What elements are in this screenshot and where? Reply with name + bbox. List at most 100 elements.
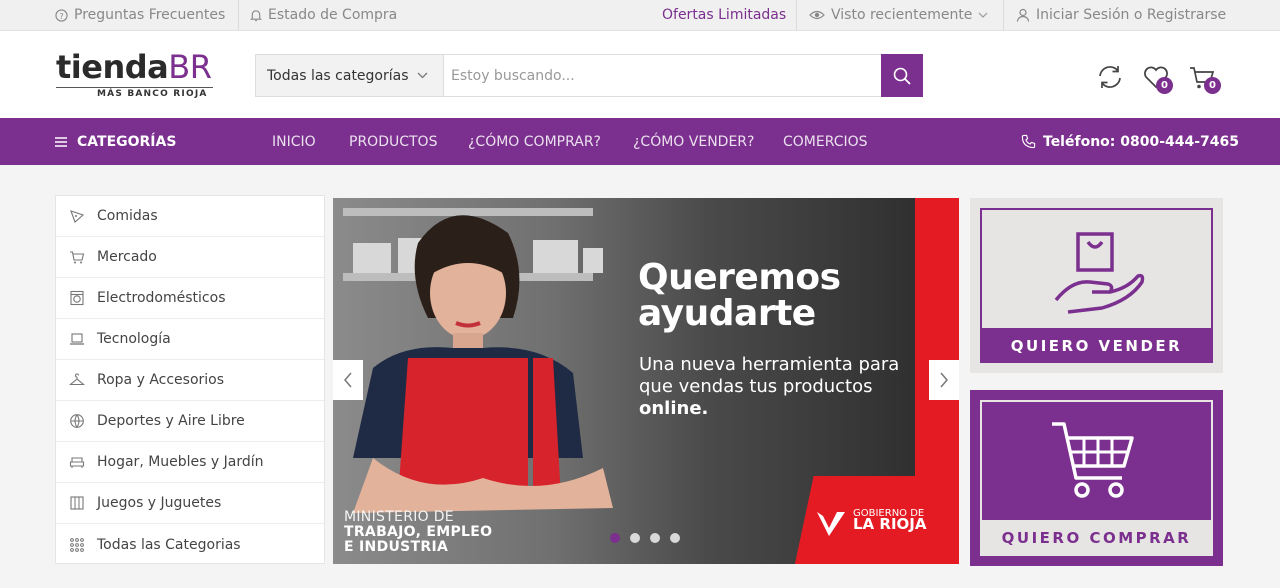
sidebar-item-hogar[interactable]: Hogar, Muebles y Jardín: [56, 442, 324, 483]
cart-icon: [70, 251, 85, 264]
chevron-down-icon: [417, 72, 427, 79]
gov-line2: LA RIOJA: [853, 515, 927, 533]
sidebar-item-label: Comidas: [97, 208, 158, 224]
user-icon: [1016, 8, 1030, 22]
compare-button[interactable]: [1096, 63, 1126, 93]
category-select-value: Todas las categorías: [267, 67, 409, 84]
top-bar: ? Preguntas Frecuentes Estado de Compra …: [0, 0, 1280, 31]
banner-subtitle-line1: Una nueva herramienta para: [639, 354, 900, 375]
grid-icon: [70, 537, 84, 552]
offers-link[interactable]: Ofertas Limitadas: [662, 0, 786, 30]
hero-banner[interactable]: Queremos ayudarte Una nueva herramienta …: [333, 198, 959, 564]
cart-button[interactable]: 0: [1188, 63, 1221, 94]
recent-label: Visto recientemente: [831, 7, 973, 23]
sidebar-item-label: Hogar, Muebles y Jardín: [97, 454, 264, 470]
order-status-link[interactable]: Estado de Compra: [250, 0, 397, 30]
buy-promo-label: QUIERO COMPRAR: [980, 520, 1213, 555]
categories-label: CATEGORÍAS: [77, 133, 177, 150]
carousel-dot[interactable]: [650, 533, 660, 543]
wishlist-count-badge: 0: [1156, 77, 1173, 94]
ministry-line1: MINISTERIO DE: [344, 509, 454, 525]
carousel-dot[interactable]: [610, 533, 620, 543]
category-select[interactable]: Todas las categorías: [256, 55, 444, 96]
washer-icon: [70, 290, 84, 306]
svg-text:?: ?: [59, 10, 63, 20]
sidebar-item-ropa[interactable]: Ropa y Accesorios: [56, 360, 324, 401]
sidebar-item-todas[interactable]: Todas las Categorias: [56, 524, 324, 565]
sidebar-item-label: Tecnología: [97, 331, 171, 347]
ministry-line2: TRABAJO, EMPLEO: [344, 524, 493, 540]
carousel-next-button[interactable]: [929, 360, 959, 400]
category-sidebar: Comidas Mercado Electrodomésticos Tecnol…: [55, 195, 325, 564]
logo-name-accent: BR: [168, 48, 212, 86]
sidebar-item-label: Mercado: [97, 249, 157, 265]
sidebar-item-mercado[interactable]: Mercado: [56, 237, 324, 278]
government-emblem-icon: [817, 512, 845, 536]
ministry-logo: MINISTERIO DE TRABAJO, EMPLEO E INDUSTRI…: [344, 510, 492, 555]
sidebar-item-electrodomesticos[interactable]: Electrodomésticos: [56, 278, 324, 319]
divider: [238, 0, 239, 30]
hand-bag-icon: [1054, 232, 1145, 314]
hanger-icon: [69, 373, 85, 386]
main-nav: CATEGORÍAS INICIO PRODUCTOS ¿CÓMO COMPRA…: [0, 118, 1280, 165]
eye-icon: [809, 10, 825, 20]
carousel-dot[interactable]: [630, 533, 640, 543]
logo-tagline: MÁS BANCO RIOJA: [97, 89, 208, 99]
phone-icon: [1021, 134, 1036, 149]
ball-icon: [70, 414, 84, 428]
wishlist-button[interactable]: 0: [1142, 63, 1173, 94]
sidebar-item-label: Todas las Categorias: [97, 536, 241, 553]
header: tiendaBR MÁS BANCO RIOJA Todas las categ…: [0, 31, 1280, 118]
faq-label: Preguntas Frecuentes: [74, 7, 226, 23]
logo[interactable]: tiendaBR MÁS BANCO RIOJA: [56, 51, 216, 101]
categories-menu-button[interactable]: CATEGORÍAS: [55, 118, 176, 165]
chevron-left-icon: [344, 372, 352, 388]
sidebar-item-deportes[interactable]: Deportes y Aire Libre: [56, 401, 324, 442]
banner-subtitle-line2: que vendas tus productos: [639, 376, 873, 397]
login-label: Iniciar Sesión o Registrarse: [1036, 7, 1227, 23]
sidebar-item-label: Deportes y Aire Libre: [97, 413, 245, 429]
sofa-icon: [69, 457, 85, 468]
order-status-label: Estado de Compra: [268, 7, 398, 23]
game-icon: [70, 496, 84, 510]
banner-title-line1: Queremos: [638, 257, 841, 298]
banner-subtitle-line3: online.: [639, 398, 709, 419]
phone-link[interactable]: Teléfono: 0800-444-7465: [1021, 118, 1239, 165]
carousel-prev-button[interactable]: [333, 360, 363, 400]
search-input[interactable]: [451, 55, 871, 96]
hamburger-icon: [55, 136, 67, 147]
carousel-dot[interactable]: [670, 533, 680, 543]
cart-count-badge: 0: [1204, 77, 1221, 94]
food-icon: [70, 210, 85, 223]
search-icon: [893, 67, 911, 85]
divider: [1003, 0, 1004, 30]
nav-item-como-comprar[interactable]: ¿CÓMO COMPRAR?: [468, 118, 601, 165]
chevron-down-icon: [978, 12, 988, 18]
nav-item-productos[interactable]: PRODUCTOS: [349, 118, 437, 165]
nav-item-como-vender[interactable]: ¿CÓMO VENDER?: [633, 118, 754, 165]
logo-name: tienda: [56, 48, 169, 86]
laptop-icon: [70, 333, 84, 345]
buy-promo-card[interactable]: QUIERO COMPRAR: [970, 390, 1223, 566]
refresh-icon: [1099, 66, 1121, 88]
search-bar: Todas las categorías: [255, 54, 923, 97]
banner-title: Queremos ayudarte: [638, 260, 841, 332]
sidebar-item-tecnologia[interactable]: Tecnología: [56, 319, 324, 360]
sidebar-item-juegos[interactable]: Juegos y Juguetes: [56, 483, 324, 524]
chevron-right-icon: [940, 372, 948, 388]
faq-link[interactable]: ? Preguntas Frecuentes: [55, 0, 225, 30]
sell-promo-card[interactable]: QUIERO VENDER: [970, 198, 1223, 373]
sidebar-item-comidas[interactable]: Comidas: [56, 196, 324, 237]
login-link[interactable]: Iniciar Sesión o Registrarse: [1016, 0, 1226, 30]
shopping-cart-icon: [1052, 422, 1134, 498]
search-button[interactable]: [881, 54, 923, 97]
banner-title-line2: ayudarte: [638, 293, 816, 334]
banner-subtitle: Una nueva herramienta para que vendas tu…: [639, 354, 909, 420]
phone-label: Teléfono: 0800-444-7465: [1043, 133, 1240, 150]
sidebar-item-label: Juegos y Juguetes: [97, 495, 222, 511]
nav-item-inicio[interactable]: INICIO: [272, 118, 316, 165]
sidebar-item-label: Ropa y Accesorios: [97, 372, 225, 388]
help-icon: ?: [55, 8, 68, 22]
recent-dropdown[interactable]: Visto recientemente: [809, 0, 988, 30]
nav-item-comercios[interactable]: COMERCIOS: [783, 118, 868, 165]
